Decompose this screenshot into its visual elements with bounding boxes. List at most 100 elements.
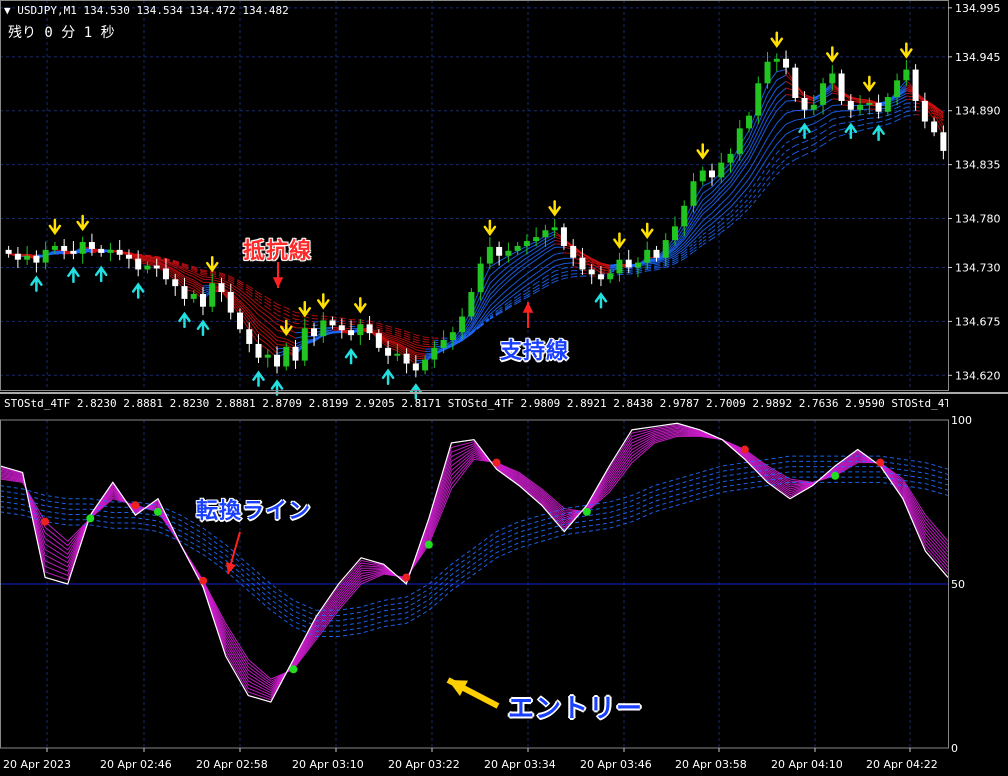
up-arrow-icon: [94, 265, 108, 283]
ma-segment: [804, 144, 815, 150]
ma-segment: [850, 114, 861, 117]
ma-segment: [489, 302, 500, 312]
ma-segment: [906, 114, 916, 117]
ma-segment: [267, 335, 278, 345]
ma-segment: [730, 212, 741, 222]
osc-slow-line: [0, 455, 949, 611]
ma-segment: [720, 225, 731, 233]
sell-dot: [402, 573, 411, 582]
candle-body: [736, 128, 743, 154]
candle-body: [588, 269, 595, 275]
candle-body: [496, 246, 503, 256]
candle-body: [820, 83, 827, 105]
candle-body: [348, 330, 355, 336]
up-arrow-icon: [67, 266, 80, 284]
candle-body: [477, 263, 484, 293]
candle-body: [514, 245, 521, 251]
ma-segment: [896, 115, 907, 121]
ma-segment: [767, 167, 778, 180]
osc-ribbon-line: [0, 431, 949, 687]
ma-segment: [748, 191, 759, 204]
candle-body: [24, 255, 31, 260]
ma-segment: [508, 272, 518, 282]
candle-body: [14, 253, 21, 260]
candle-body: [625, 259, 632, 268]
ma-segment: [498, 260, 509, 269]
ma-segment: [730, 189, 741, 202]
ma-segment: [647, 264, 657, 267]
ma-segment: [332, 316, 342, 319]
ma-segment: [425, 341, 435, 344]
candle-body: [755, 83, 762, 116]
candle-body: [283, 346, 290, 367]
sell-dot: [876, 458, 885, 467]
ma-segment: [711, 224, 722, 233]
ma-segment: [887, 111, 898, 116]
ma-segment: [248, 300, 259, 310]
up-arrow-icon: [30, 275, 43, 292]
candle-body: [866, 102, 873, 105]
sell-dot: [740, 445, 749, 454]
ma-segment: [850, 119, 861, 123]
sell-dot: [131, 501, 140, 510]
ma-segment: [841, 115, 851, 118]
sell-dot: [41, 517, 50, 526]
candle-body: [801, 97, 808, 110]
dropdown-triangle-icon[interactable]: ▼: [4, 4, 11, 17]
y-tick-label: 134.675: [955, 315, 1001, 328]
ma-segment: [304, 323, 315, 326]
candle-body: [792, 67, 799, 98]
ma-segment: [545, 281, 555, 288]
ma-segment: [869, 121, 879, 124]
candle-body: [653, 249, 660, 258]
ma-segment: [822, 118, 833, 126]
candle-body: [459, 316, 466, 333]
osc-tick-label: 100: [951, 414, 972, 427]
ma-segment: [822, 132, 833, 140]
signal-dots: [41, 445, 885, 674]
ma-segment: [415, 355, 426, 358]
candle-body: [875, 102, 882, 112]
ma-segment: [545, 260, 555, 268]
ma-segment: [804, 137, 814, 143]
candle-body: [709, 170, 715, 178]
ma-segment: [573, 275, 583, 278]
ma-segment: [776, 74, 787, 81]
ma-segment: [785, 119, 796, 125]
down-arrow-icon: [354, 297, 367, 314]
ma-segment: [295, 318, 305, 321]
ma-segment: [720, 186, 731, 197]
candle-body: [107, 249, 114, 253]
oscillator-panel: [0, 422, 949, 703]
ma-segment: [720, 177, 731, 188]
candle-body: [357, 324, 364, 336]
candle-body: [412, 363, 419, 371]
ma-segment: [415, 346, 426, 350]
down-arrow-icon: [317, 293, 330, 310]
ma-segment: [425, 336, 435, 339]
ma-segment: [859, 122, 870, 126]
time-axis: 20 Apr 2023 20 Apr 02:46 20 Apr 02:58 20 Ap…: [3, 748, 938, 771]
candle-body: [894, 80, 901, 98]
up-arrow-icon: [872, 124, 885, 141]
down-arrow-icon: [48, 218, 62, 236]
down-arrow-icon: [696, 143, 709, 160]
candle-body: [144, 265, 151, 270]
candle-body: [912, 69, 919, 101]
entry-label: エントリー: [508, 694, 644, 724]
candle-body: [579, 257, 586, 270]
osc-ribbon-line: [0, 422, 949, 703]
osc-ribbon-line: [0, 429, 949, 692]
osc-slow-line: [0, 471, 949, 627]
ma-segment: [739, 192, 750, 203]
ma-segment: [415, 352, 426, 355]
osc-tick-label: 0: [951, 742, 958, 755]
candle-body: [486, 246, 493, 264]
osc-ribbon-line: [0, 428, 949, 694]
down-arrow-icon: [205, 255, 219, 273]
candle-body: [79, 242, 86, 254]
ma-segment: [202, 272, 213, 275]
candle-body: [375, 333, 382, 348]
candle-body: [301, 328, 308, 361]
candle-body: [5, 249, 12, 254]
